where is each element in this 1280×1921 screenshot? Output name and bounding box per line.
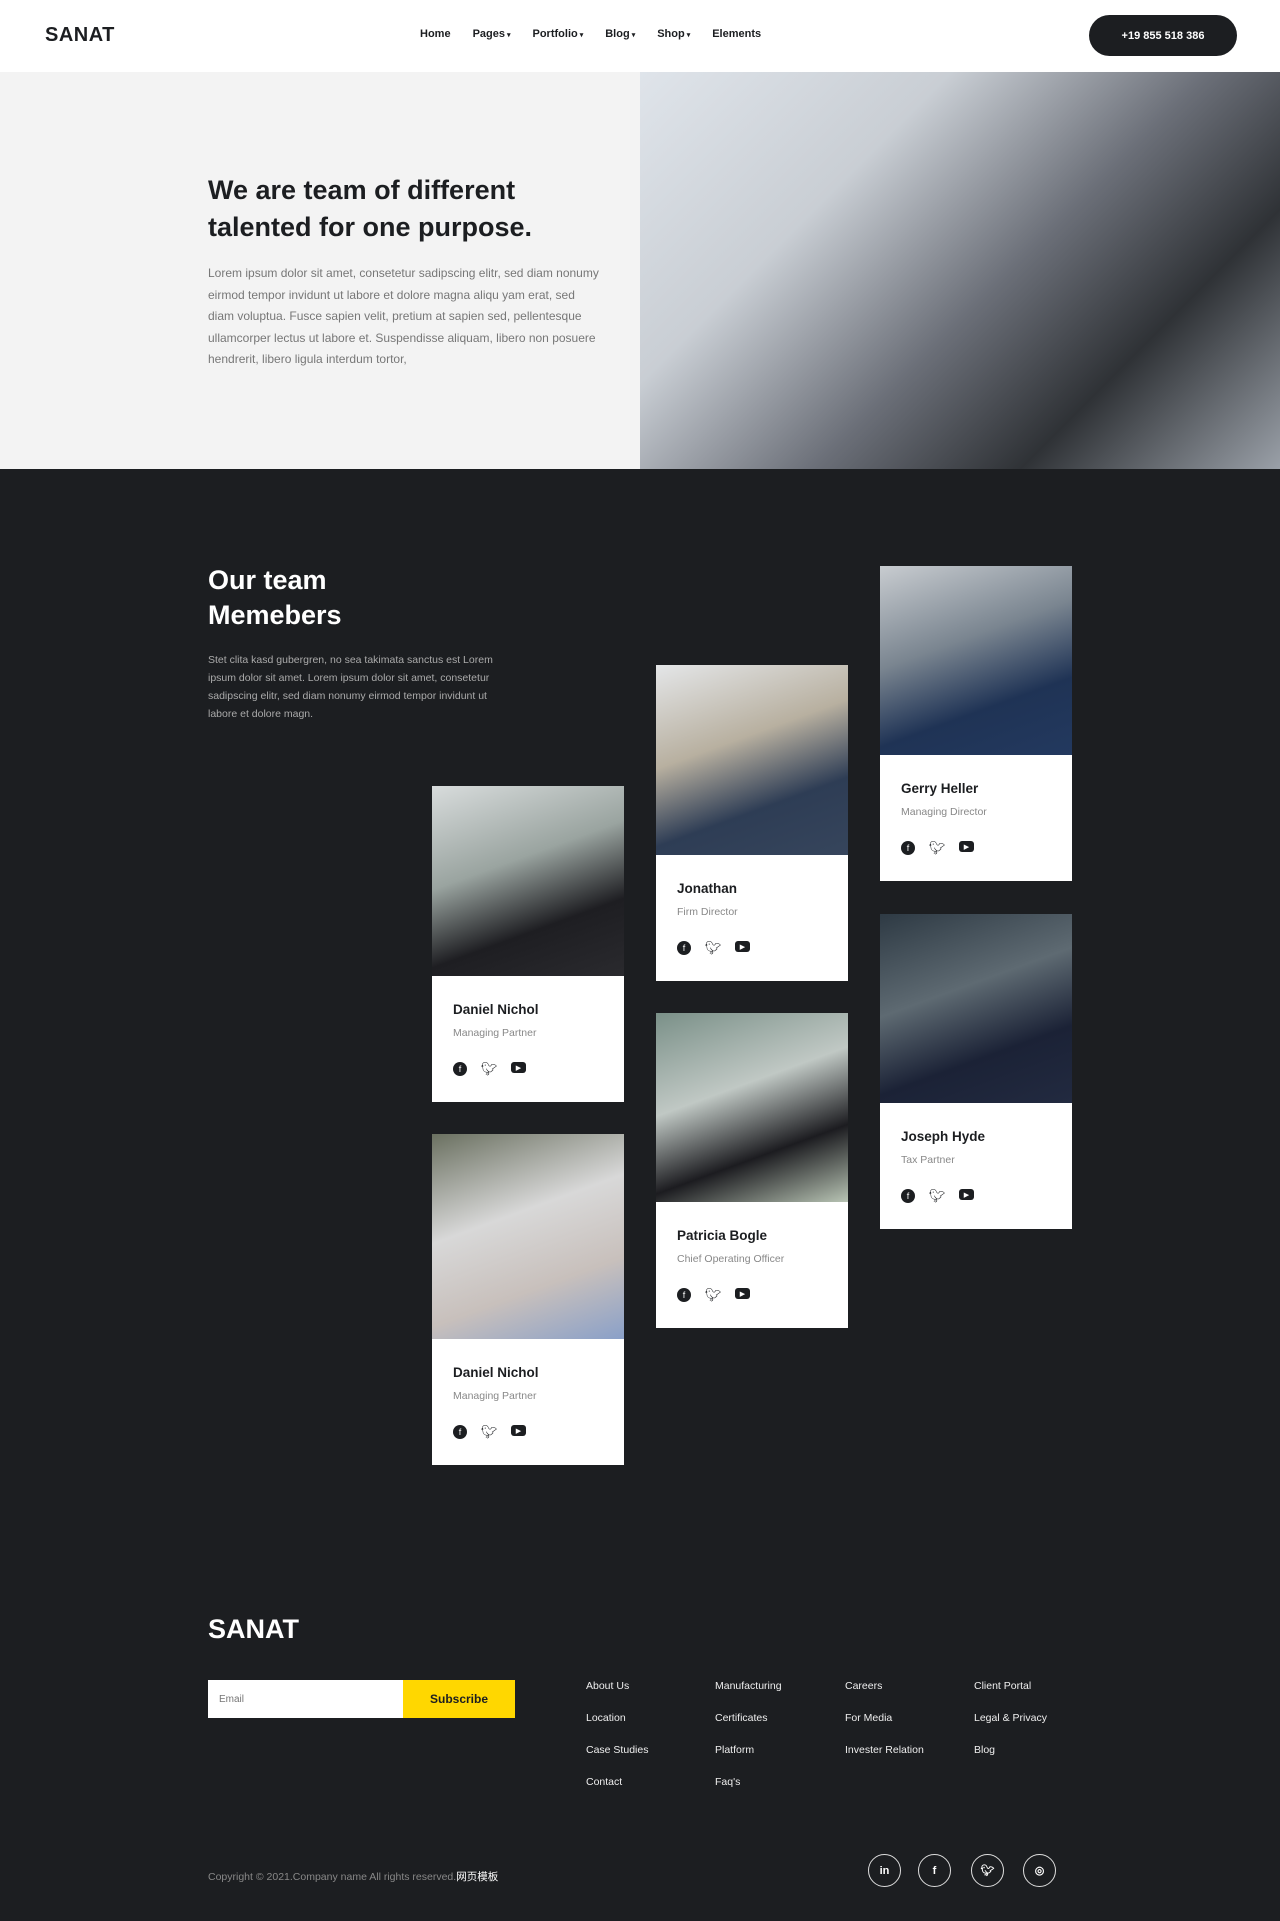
facebook-icon[interactable]: f <box>918 1854 951 1887</box>
email-input[interactable] <box>208 1680 403 1718</box>
hero-team-meeting-image <box>640 72 1280 469</box>
member-role: Managing Director <box>901 806 987 818</box>
team-member-card: Daniel Nichol Managing Partner f 🐦︎ ▶ <box>432 786 624 1102</box>
member-social: f 🐦︎ ▶ <box>901 1188 974 1203</box>
footer-link[interactable]: For Media <box>845 1712 892 1724</box>
member-social: f 🐦︎ ▶ <box>677 1287 750 1302</box>
footer-link[interactable]: Manufacturing <box>715 1680 782 1692</box>
youtube-icon[interactable]: ▶ <box>735 941 750 952</box>
caret-down-icon: ▾ <box>506 32 511 39</box>
copyright: Copyright © 2021.Company name All rights… <box>208 1871 499 1883</box>
team-title: Our team Memebers <box>208 565 342 630</box>
twitter-icon[interactable]: 🐦︎ <box>929 1188 946 1203</box>
team-member-card: Jonathan Firm Director f 🐦︎ ▶ <box>656 665 848 981</box>
team-member-card: Patricia Bogle Chief Operating Officer f… <box>656 1013 848 1328</box>
caret-down-icon: ▾ <box>631 32 636 39</box>
copyright-link[interactable]: 网页模板 <box>456 1871 498 1883</box>
twitter-icon[interactable]: 🐦︎ <box>481 1061 498 1076</box>
logo[interactable]: SANAT <box>45 24 115 47</box>
member-photo <box>880 566 1072 755</box>
member-role: Tax Partner <box>901 1154 955 1166</box>
facebook-icon[interactable]: f <box>677 941 691 955</box>
twitter-icon[interactable]: 🐦︎ <box>705 940 722 955</box>
member-name: Daniel Nichol <box>453 1365 539 1380</box>
member-name: Daniel Nichol <box>453 1002 539 1017</box>
youtube-icon[interactable]: ▶ <box>735 1288 750 1299</box>
twitter-icon[interactable]: 🐦︎ <box>971 1854 1004 1887</box>
member-photo <box>432 786 624 976</box>
footer-link[interactable]: Platform <box>715 1744 754 1756</box>
footer-logo[interactable]: SANAT <box>208 1614 299 1645</box>
footer-link[interactable]: Case Studies <box>586 1744 648 1756</box>
twitter-icon[interactable]: 🐦︎ <box>929 840 946 855</box>
nav-blog[interactable]: Blog ▾ <box>605 28 635 40</box>
member-photo <box>432 1134 624 1339</box>
facebook-icon[interactable]: f <box>677 1288 691 1302</box>
member-photo <box>656 665 848 855</box>
member-role: Managing Partner <box>453 1390 537 1402</box>
member-social: f 🐦︎ ▶ <box>901 840 974 855</box>
nav-portfolio[interactable]: Portfolio ▾ <box>533 28 584 40</box>
member-role: Managing Partner <box>453 1027 537 1039</box>
team-member-card: Joseph Hyde Tax Partner f 🐦︎ ▶ <box>880 914 1072 1229</box>
facebook-icon[interactable]: f <box>901 841 915 855</box>
footer-link[interactable]: Certificates <box>715 1712 768 1724</box>
facebook-icon[interactable]: f <box>901 1189 915 1203</box>
instagram-icon[interactable]: ◎ <box>1023 1854 1056 1887</box>
member-role: Firm Director <box>677 906 738 918</box>
footer-link[interactable]: Careers <box>845 1680 882 1692</box>
hero-title: We are team of different talented for on… <box>208 175 533 242</box>
youtube-icon[interactable]: ▶ <box>959 1189 974 1200</box>
youtube-icon[interactable]: ▶ <box>511 1425 526 1436</box>
team-member-card: Gerry Heller Managing Director f 🐦︎ ▶ <box>880 566 1072 881</box>
footer-link[interactable]: Faq's <box>715 1776 740 1788</box>
caret-down-icon: ▾ <box>579 32 584 39</box>
footer-link[interactable]: About Us <box>586 1680 629 1692</box>
footer-link[interactable]: Blog <box>974 1744 995 1756</box>
member-photo <box>880 914 1072 1103</box>
member-social: f 🐦︎ ▶ <box>453 1061 526 1076</box>
member-name: Joseph Hyde <box>901 1129 986 1144</box>
phone-button[interactable]: +19 855 518 386 <box>1089 15 1237 56</box>
member-social: f 🐦︎ ▶ <box>677 940 750 955</box>
twitter-icon[interactable]: 🐦︎ <box>481 1424 498 1439</box>
footer-link[interactable]: Invester Relation <box>845 1744 924 1756</box>
facebook-icon[interactable]: f <box>453 1062 467 1076</box>
member-name: Gerry Heller <box>901 781 979 796</box>
linkedin-icon[interactable]: in <box>868 1854 901 1887</box>
nav-elements[interactable]: Elements <box>712 28 761 40</box>
member-role: Chief Operating Officer <box>677 1253 785 1265</box>
facebook-icon[interactable]: f <box>453 1425 467 1439</box>
nav-shop[interactable]: Shop ▾ <box>657 28 690 40</box>
footer-link[interactable]: Client Portal <box>974 1680 1031 1692</box>
hero-text: Lorem ipsum dolor sit amet, consetetur s… <box>208 266 599 366</box>
footer-link[interactable]: Legal & Privacy <box>974 1712 1047 1724</box>
main-nav: Home Pages ▾ Portfolio ▾ Blog ▾ Shop ▾ Eleme… <box>420 28 761 40</box>
team-text: Stet clita kasd gubergren, no sea takima… <box>208 654 493 720</box>
site-header: SANAT Home Pages ▾ Portfolio ▾ Blog ▾ Shop ▾… <box>0 0 1280 72</box>
member-name: Patricia Bogle <box>677 1228 768 1243</box>
nav-home[interactable]: Home <box>420 28 451 40</box>
youtube-icon[interactable]: ▶ <box>511 1062 526 1073</box>
member-social: f 🐦︎ ▶ <box>453 1424 526 1439</box>
team-member-card: Daniel Nichol Managing Partner f 🐦︎ ▶ <box>432 1134 624 1465</box>
youtube-icon[interactable]: ▶ <box>959 841 974 852</box>
caret-down-icon: ▾ <box>686 32 691 39</box>
twitter-icon[interactable]: 🐦︎ <box>705 1287 722 1302</box>
nav-pages[interactable]: Pages ▾ <box>473 28 511 40</box>
footer-link[interactable]: Location <box>586 1712 626 1724</box>
footer-link[interactable]: Contact <box>586 1776 622 1788</box>
member-photo <box>656 1013 848 1202</box>
subscribe-button[interactable]: Subscribe <box>403 1680 515 1718</box>
member-name: Jonathan <box>677 881 738 896</box>
